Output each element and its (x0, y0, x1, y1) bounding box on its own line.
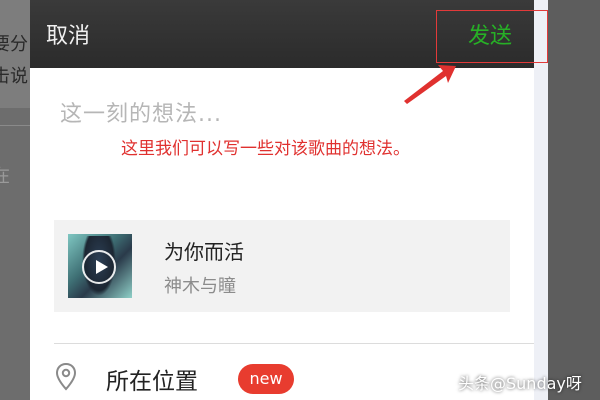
thought-input[interactable]: 这一刻的想法... (60, 96, 222, 128)
new-badge: new (238, 364, 294, 394)
background-text-2: 击说 (0, 66, 28, 87)
highlight-box (436, 10, 548, 63)
watermark: 头条@Sunday呀 (458, 374, 582, 393)
background-app: 要分 击说 在 (0, 0, 30, 400)
background-divider (0, 125, 30, 126)
location-pin-icon (55, 362, 77, 391)
annotation-text: 这里我们可以写一些对该歌曲的想法。 (121, 139, 410, 159)
location-label[interactable]: 所在位置 (106, 362, 198, 396)
song-artist: 神木与瞳 (164, 276, 236, 297)
background-right-strip (534, 0, 600, 400)
song-title: 为你而活 (164, 240, 244, 264)
divider (54, 343, 534, 344)
background-text-1: 要分 (0, 34, 28, 55)
play-icon[interactable] (82, 250, 116, 284)
cancel-button[interactable]: 取消 (46, 18, 90, 50)
background-text-3: 在 (0, 166, 10, 187)
song-card[interactable]: 为你而活 神木与瞳 (54, 220, 510, 312)
album-cover (68, 234, 132, 298)
